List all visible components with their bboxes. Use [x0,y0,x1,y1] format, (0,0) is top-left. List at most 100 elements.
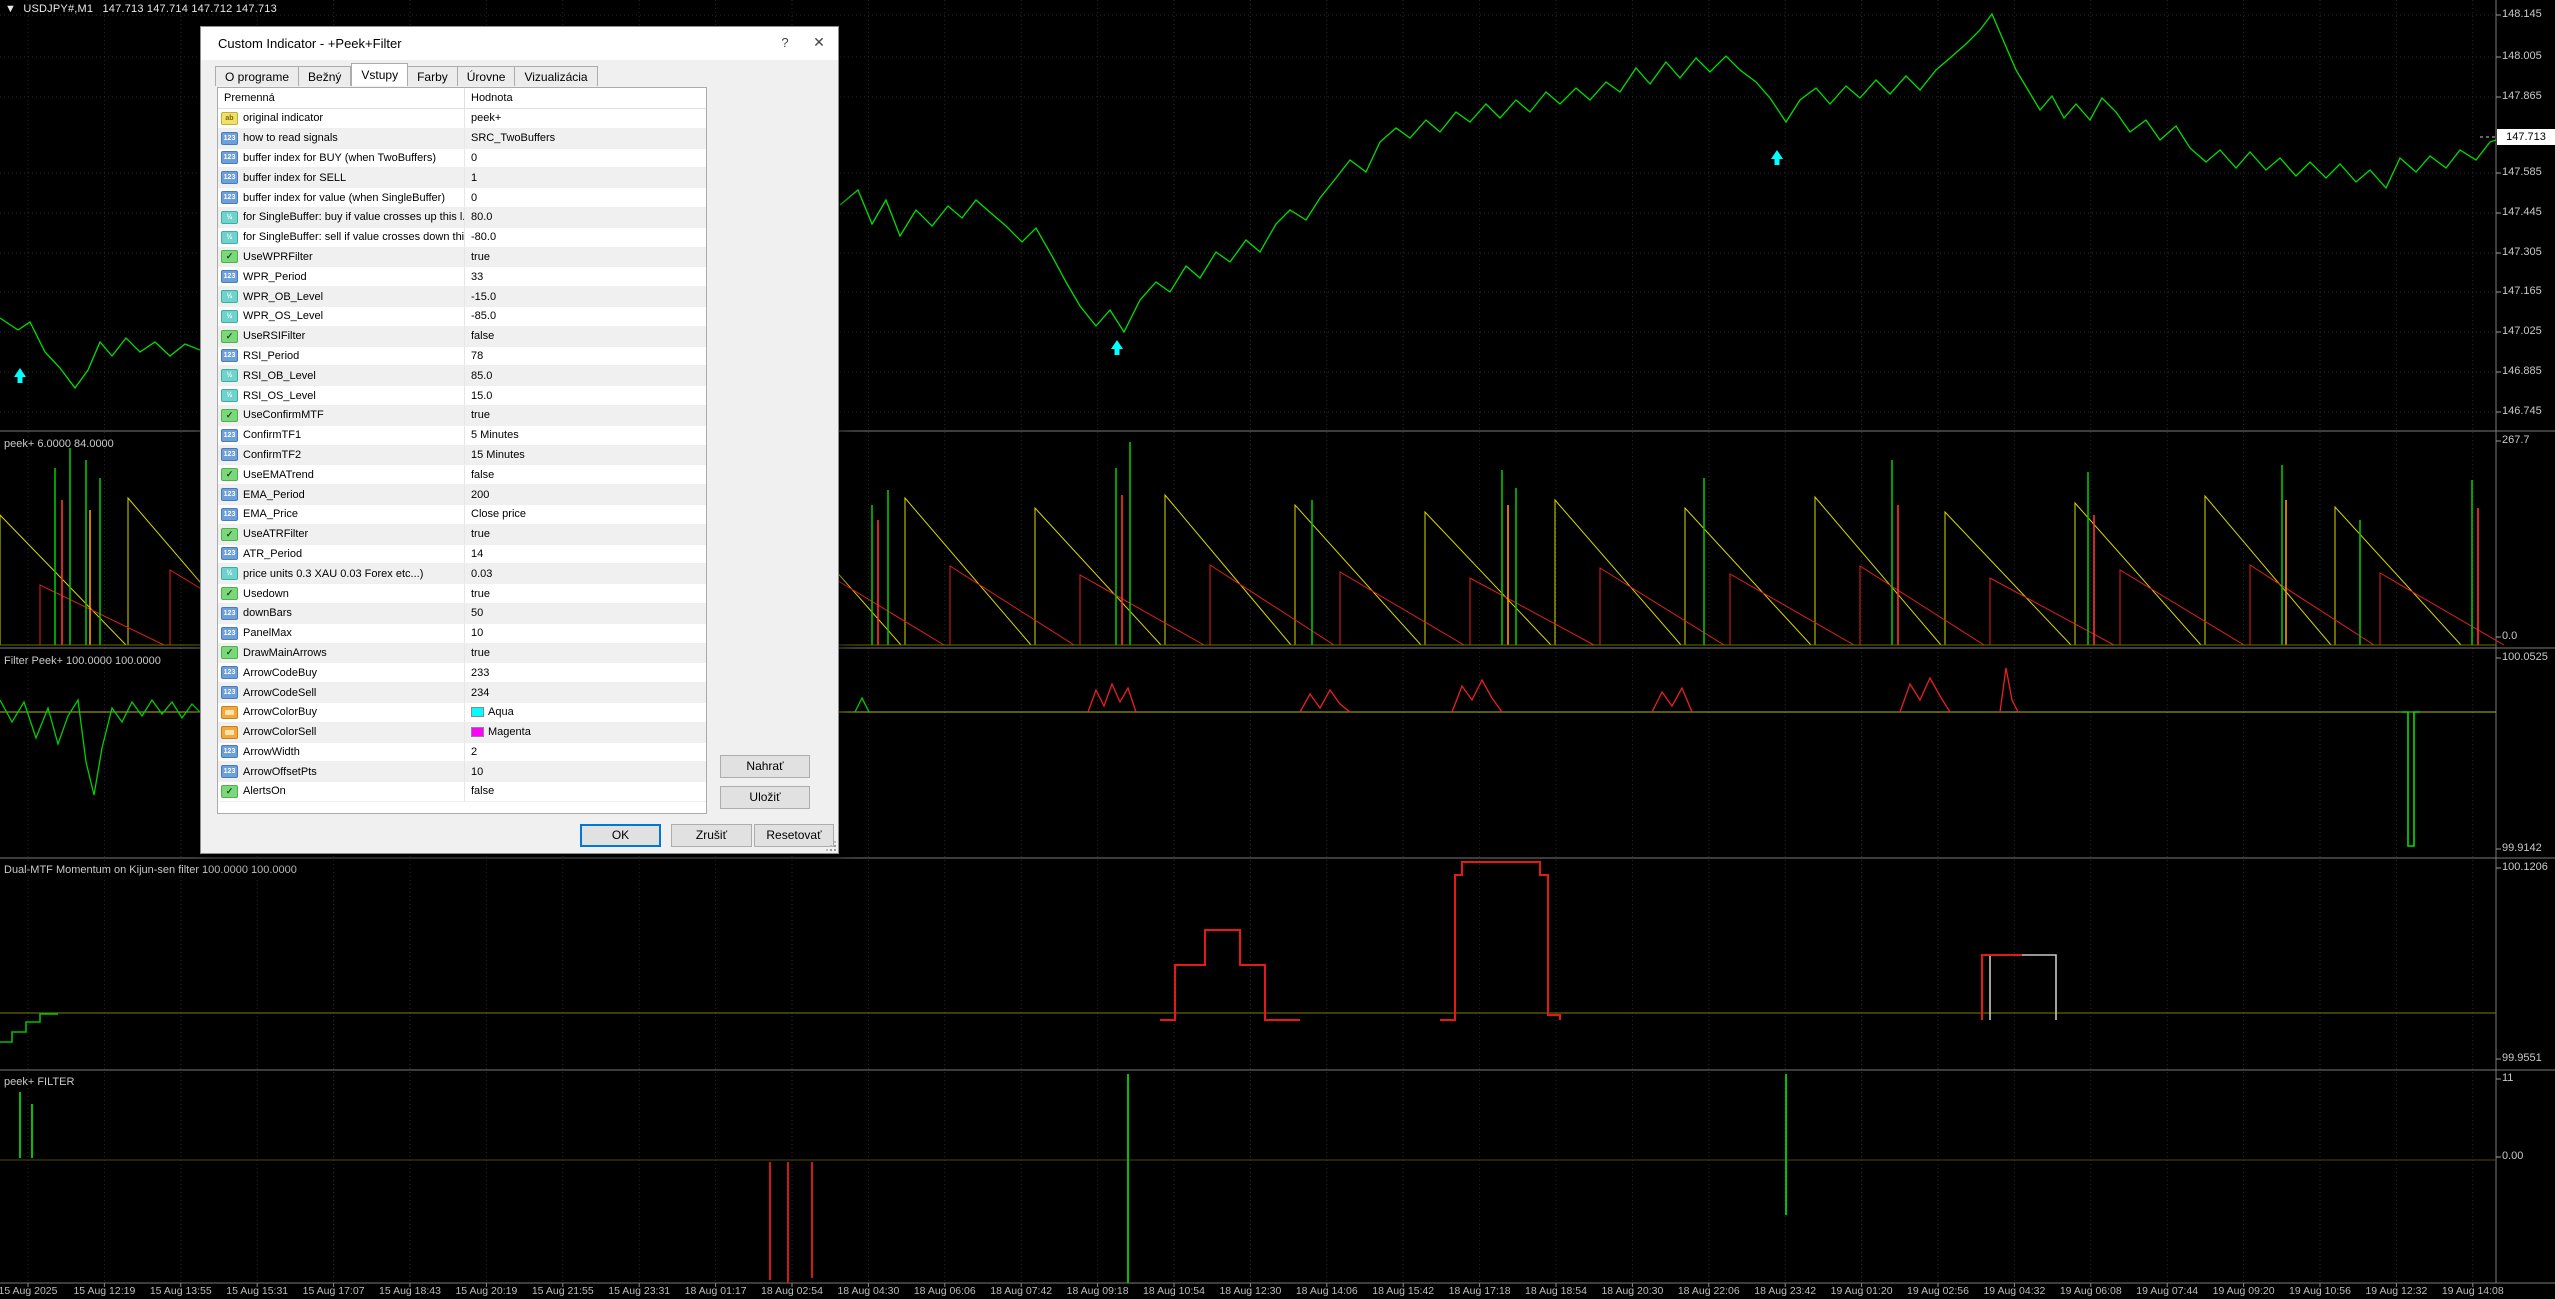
param-value[interactable]: true [471,251,490,263]
param-value[interactable]: 85.0 [471,370,492,382]
param-value[interactable]: 10 [471,766,483,778]
param-value[interactable]: 5 Minutes [471,429,519,441]
time-axis[interactable]: 15 Aug 2025 15 Aug 12:19 15 Aug 13:55 15 Au… [0,1285,2555,1299]
param-row[interactable]: ½ for SingleBuffer: sell if value crosses… [218,227,706,248]
param-row[interactable]: 123 buffer index for SELL 1 [218,168,706,189]
zru-i--button[interactable]: Zrušiť [671,824,752,847]
param-row[interactable]: ½ WPR_OB_Level -15.0 [218,287,706,307]
color-param-icon [221,725,238,739]
param-row[interactable]: ArrowColorSell Magenta [218,722,706,743]
param-value[interactable]: 15 Minutes [471,449,525,461]
dialog-title: Custom Indicator - +Peek+Filter [218,36,402,51]
param-row[interactable]: ✓ UseWPRFilter true [218,247,706,268]
param-row[interactable]: 123 buffer index for BUY (when TwoBuffers… [218,148,706,169]
param-row[interactable]: 123 ArrowWidth 2 [218,742,706,763]
scale-tick-label: 0.0 [2502,630,2518,642]
param-value[interactable]: 33 [471,271,483,283]
param-value[interactable]: true [471,528,490,540]
param-value[interactable]: 80.0 [471,211,492,223]
param-row[interactable]: 123 RSI_Period 78 [218,346,706,367]
ok-button[interactable]: OK [580,824,661,847]
param-value[interactable]: 234 [471,687,489,699]
nahra--button[interactable]: Nahrať [720,755,810,778]
chart-symbol-label[interactable]: ▼ USDJPY#,M1 147.713 147.714 147.712 147… [5,3,277,15]
param-row[interactable]: 123 ConfirmTF1 5 Minutes [218,425,706,446]
param-value[interactable]: -15.0 [471,291,496,303]
param-name: ATR_Period [243,547,303,560]
param-value[interactable]: 50 [471,607,483,619]
param-value[interactable]: 0 [471,152,477,164]
tab-farby[interactable]: Farby [408,66,458,86]
param-value[interactable]: peek+ [471,112,501,124]
param-value[interactable]: 14 [471,548,483,560]
param-row[interactable]: ✓ UseATRFilter true [218,524,706,545]
param-row[interactable]: ½ RSI_OB_Level 85.0 [218,366,706,387]
param-value[interactable]: 0 [471,192,477,204]
param-value[interactable]: Close price [471,508,526,520]
param-value[interactable]: SRC_TwoBuffers [471,132,555,144]
param-row[interactable]: ✓ UseEMATrend false [218,465,706,486]
ulo-i--button[interactable]: Uložiť [720,786,810,809]
time-axis-label: 19 Aug 14:08 [2441,1285,2504,1297]
scale-tick-label: 148.005 [2502,50,2542,62]
param-row[interactable]: ArrowColorBuy Aqua [218,702,706,723]
dialog-titlebar[interactable]: Custom Indicator - +Peek+Filter ? ✕ [201,27,838,60]
param-value[interactable]: 15.0 [471,390,492,402]
param-value[interactable]: true [471,409,490,421]
param-value[interactable]: true [471,647,490,659]
param-row[interactable]: ½ for SingleBuffer: buy if value crosses … [218,207,706,228]
tab-be-n-[interactable]: Bežný [299,66,352,86]
param-value[interactable]: -80.0 [471,231,496,243]
param-row[interactable]: 123 how to read signals SRC_TwoBuffers [218,128,706,149]
scale-tick-label: 146.745 [2502,405,2542,417]
time-axis-label: 18 Aug 18:54 [1525,1285,1587,1297]
time-axis-label: 19 Aug 07:44 [2136,1285,2199,1297]
param-value[interactable]: 10 [471,627,483,639]
param-row[interactable]: ½ price units 0.3 XAU 0.03 Forex etc...) 0… [218,564,706,585]
tab-vizualiz-cia[interactable]: Vizualizácia [515,66,598,86]
close-icon[interactable]: ✕ [804,27,834,57]
param-value[interactable]: Magenta [488,726,531,738]
param-value[interactable]: 2 [471,746,477,758]
resetova--button[interactable]: Resetovať [754,824,834,847]
param-value[interactable]: 233 [471,667,489,679]
param-row[interactable]: 123 ArrowCodeBuy 233 [218,663,706,684]
param-value[interactable]: 1 [471,172,477,184]
param-value[interactable]: true [471,588,490,600]
param-value[interactable]: false [471,785,494,797]
param-value[interactable]: -85.0 [471,310,496,322]
param-row[interactable]: ✓ AlertsOn false [218,782,706,802]
tab-vstupy[interactable]: Vstupy [351,63,409,86]
help-icon[interactable]: ? [770,27,800,57]
param-row[interactable]: ½ RSI_OS_Level 15.0 [218,386,706,406]
param-row[interactable]: ✓ UseRSIFilter false [218,326,706,347]
param-row[interactable]: 123 buffer index for value (when SingleBu… [218,188,706,208]
param-value[interactable]: false [471,469,494,481]
symbol-dropdown-icon[interactable]: ▼ [5,3,16,15]
param-row[interactable]: 123 EMA_Price Close price [218,504,706,525]
param-row[interactable]: 123 WPR_Period 33 [218,267,706,288]
param-value[interactable]: false [471,330,494,342]
param-row[interactable]: ✓ DrawMainArrows true [218,643,706,664]
tab-o-programe[interactable]: O programe [215,66,300,86]
param-value[interactable]: 200 [471,489,489,501]
tab--rovne[interactable]: Úrovne [457,66,516,86]
param-row[interactable]: 123 EMA_Period 200 [218,485,706,505]
param-row[interactable]: 123 ATR_Period 14 [218,544,706,565]
resize-grip[interactable] [826,841,836,851]
param-row[interactable]: 123 ArrowCodeSell 234 [218,683,706,703]
param-row[interactable]: ✓ UseConfirmMTF true [218,405,706,426]
param-value[interactable]: 78 [471,350,483,362]
param-row[interactable]: ✓ Usedown true [218,584,706,604]
param-row[interactable]: ab original indicator peek+ [218,109,706,129]
param-row[interactable]: 123 downBars 50 [218,603,706,624]
param-row[interactable]: 123 ArrowOffsetPts 10 [218,762,706,783]
param-name: UseEMATrend [243,468,314,481]
param-value[interactable]: 0.03 [471,568,492,580]
param-row[interactable]: 123 PanelMax 10 [218,623,706,644]
mt-terminal-window: ▼ USDJPY#,M1 147.713 147.714 147.712 147… [0,0,2555,1299]
param-row[interactable]: ½ WPR_OS_Level -85.0 [218,306,706,327]
integer-param-icon: 123 [221,488,238,502]
param-row[interactable]: 123 ConfirmTF2 15 Minutes [218,445,706,466]
param-value[interactable]: Aqua [488,706,514,718]
